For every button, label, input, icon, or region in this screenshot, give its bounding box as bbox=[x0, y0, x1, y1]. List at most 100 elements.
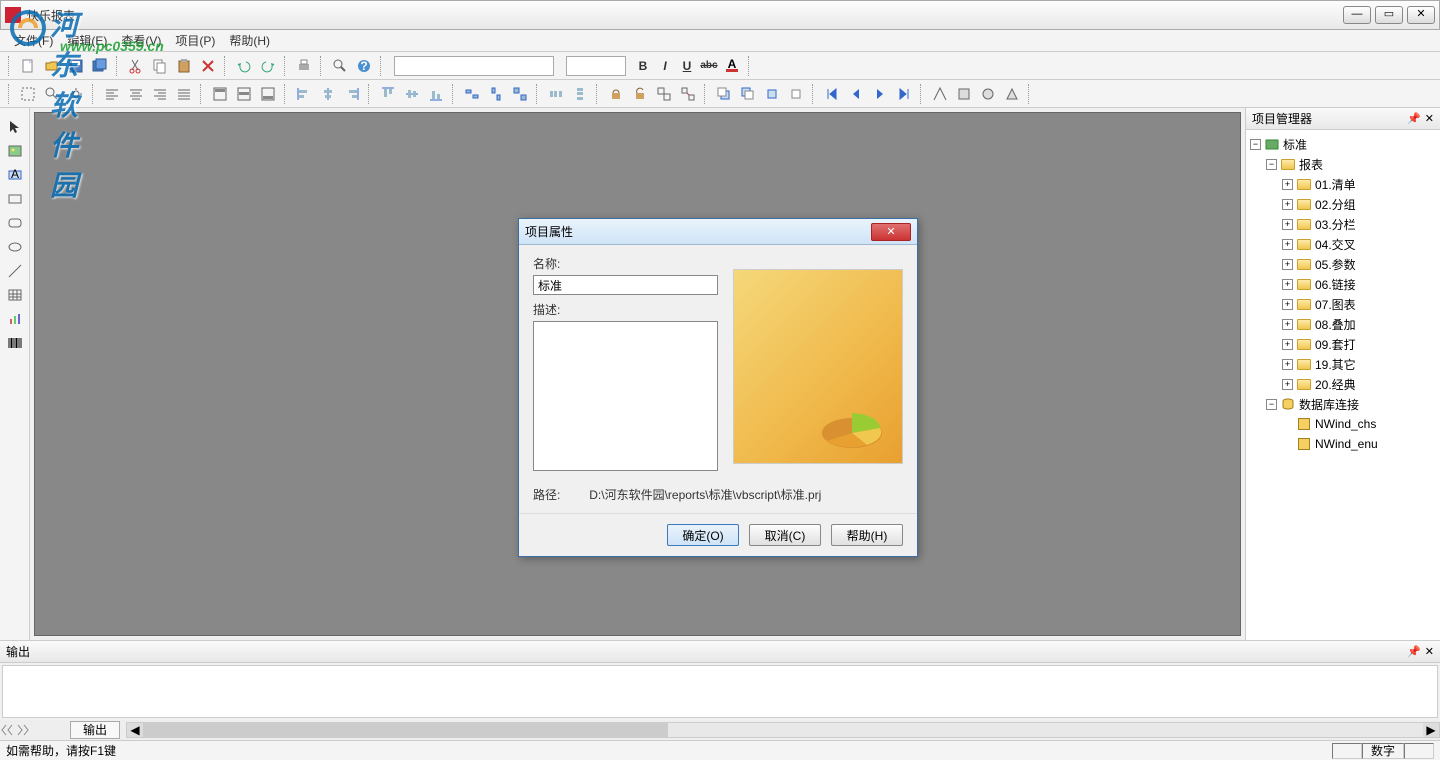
underline-button[interactable]: U bbox=[676, 55, 698, 77]
copy-button[interactable] bbox=[149, 55, 171, 77]
tree-folder-item[interactable]: +08.叠加 bbox=[1248, 314, 1438, 334]
roundrect-tool[interactable] bbox=[4, 212, 26, 234]
settings-button[interactable] bbox=[65, 83, 87, 105]
find-button[interactable] bbox=[329, 55, 351, 77]
pointer-tool[interactable] bbox=[4, 116, 26, 138]
rect-tool[interactable] bbox=[4, 188, 26, 210]
redo-button[interactable] bbox=[257, 55, 279, 77]
menu-project[interactable]: 项目(P) bbox=[169, 32, 221, 49]
expand-icon[interactable]: + bbox=[1282, 219, 1293, 230]
same-size-button[interactable] bbox=[509, 83, 531, 105]
tool-a-button[interactable] bbox=[929, 83, 951, 105]
tree-folder-item[interactable]: +05.参数 bbox=[1248, 254, 1438, 274]
bold-button[interactable]: B bbox=[632, 55, 654, 77]
dialog-close-button[interactable]: ✕ bbox=[871, 223, 911, 241]
new-button[interactable] bbox=[17, 55, 39, 77]
expand-icon[interactable]: + bbox=[1282, 359, 1293, 370]
print-button[interactable] bbox=[293, 55, 315, 77]
expand-icon[interactable]: + bbox=[1282, 259, 1293, 270]
tree-root[interactable]: − 标准 bbox=[1248, 134, 1438, 154]
ok-button[interactable]: 确定(O) bbox=[667, 524, 739, 546]
project-tree[interactable]: − 标准 − 报表 +01.清单+02.分组+03.分栏+04.交叉+05.参数… bbox=[1246, 130, 1440, 640]
panel-close-icon[interactable]: ✕ bbox=[1425, 645, 1434, 658]
tree-folder-item[interactable]: +09.套打 bbox=[1248, 334, 1438, 354]
ellipse-tool[interactable] bbox=[4, 236, 26, 258]
align-obj-bottom[interactable] bbox=[425, 83, 447, 105]
table-tool[interactable] bbox=[4, 284, 26, 306]
tool-b-button[interactable] bbox=[953, 83, 975, 105]
font-color-button[interactable]: A bbox=[721, 55, 743, 77]
tree-folder-item[interactable]: +01.清单 bbox=[1248, 174, 1438, 194]
italic-button[interactable]: I bbox=[654, 55, 676, 77]
lock-button[interactable] bbox=[605, 83, 627, 105]
dialog-title-bar[interactable]: 项目属性 ✕ bbox=[519, 219, 917, 245]
menu-help[interactable]: 帮助(H) bbox=[223, 32, 276, 49]
expand-icon[interactable]: − bbox=[1266, 159, 1277, 170]
same-height-button[interactable] bbox=[485, 83, 507, 105]
nav-next-button[interactable] bbox=[869, 83, 891, 105]
align-obj-left[interactable] bbox=[293, 83, 315, 105]
align-obj-center-h[interactable] bbox=[317, 83, 339, 105]
minimize-button[interactable]: — bbox=[1343, 6, 1371, 24]
align-left-button[interactable] bbox=[101, 83, 123, 105]
send-backward-button[interactable] bbox=[785, 83, 807, 105]
nav-last-button[interactable] bbox=[893, 83, 915, 105]
menu-file[interactable]: 文件(F) bbox=[8, 32, 59, 49]
cancel-button[interactable]: 取消(C) bbox=[749, 524, 821, 546]
align-justify-button[interactable] bbox=[173, 83, 195, 105]
group-button[interactable] bbox=[653, 83, 675, 105]
expand-icon[interactable]: − bbox=[1250, 139, 1261, 150]
select-tool[interactable] bbox=[17, 83, 39, 105]
tool-c-button[interactable] bbox=[977, 83, 999, 105]
nav-prev-button[interactable] bbox=[845, 83, 867, 105]
tree-db-connections[interactable]: − 数据库连接 bbox=[1248, 394, 1438, 414]
align-obj-top[interactable] bbox=[377, 83, 399, 105]
pin-icon[interactable]: 📌 bbox=[1407, 112, 1421, 125]
tab-nav-icon[interactable] bbox=[0, 721, 30, 739]
expand-icon[interactable]: + bbox=[1282, 279, 1293, 290]
expand-icon[interactable]: + bbox=[1282, 179, 1293, 190]
horizontal-scrollbar[interactable]: ◀ ▶ bbox=[126, 722, 1440, 738]
maximize-button[interactable]: ▭ bbox=[1375, 6, 1403, 24]
menu-view[interactable]: 查看(V) bbox=[115, 32, 167, 49]
distribute-v-button[interactable] bbox=[569, 83, 591, 105]
valign-bottom-button[interactable] bbox=[257, 83, 279, 105]
scroll-left-icon[interactable]: ◀ bbox=[127, 723, 143, 737]
barcode-tool[interactable] bbox=[4, 332, 26, 354]
scroll-thumb[interactable] bbox=[143, 723, 668, 737]
line-tool[interactable] bbox=[4, 260, 26, 282]
expand-icon[interactable]: + bbox=[1282, 339, 1293, 350]
close-button[interactable]: ✕ bbox=[1407, 6, 1435, 24]
text-tool[interactable]: A bbox=[4, 164, 26, 186]
output-body[interactable] bbox=[2, 665, 1438, 718]
chart-tool[interactable] bbox=[4, 308, 26, 330]
panel-close-icon[interactable]: ✕ bbox=[1425, 112, 1434, 125]
font-family-select[interactable] bbox=[394, 56, 554, 76]
help-button[interactable]: 帮助(H) bbox=[831, 524, 903, 546]
align-center-button[interactable] bbox=[125, 83, 147, 105]
output-tab[interactable]: 输出 bbox=[70, 721, 120, 739]
save-all-button[interactable] bbox=[89, 55, 111, 77]
expand-icon[interactable]: + bbox=[1282, 299, 1293, 310]
send-back-button[interactable] bbox=[737, 83, 759, 105]
open-button[interactable] bbox=[41, 55, 63, 77]
expand-icon[interactable]: + bbox=[1282, 199, 1293, 210]
expand-icon[interactable]: − bbox=[1266, 399, 1277, 410]
image-tool[interactable] bbox=[4, 140, 26, 162]
expand-icon[interactable]: + bbox=[1282, 239, 1293, 250]
tree-folder-item[interactable]: +20.经典 bbox=[1248, 374, 1438, 394]
zoom-tool[interactable] bbox=[41, 83, 63, 105]
tree-folder-item[interactable]: +03.分栏 bbox=[1248, 214, 1438, 234]
align-obj-center-v[interactable] bbox=[401, 83, 423, 105]
expand-icon[interactable]: + bbox=[1282, 319, 1293, 330]
cut-button[interactable] bbox=[125, 55, 147, 77]
unlock-button[interactable] bbox=[629, 83, 651, 105]
valign-middle-button[interactable] bbox=[233, 83, 255, 105]
tree-db-item[interactable]: NWind_chs bbox=[1248, 414, 1438, 434]
strikethrough-button[interactable]: abc bbox=[698, 55, 720, 77]
menu-edit[interactable]: 编辑(E) bbox=[61, 32, 113, 49]
delete-button[interactable] bbox=[197, 55, 219, 77]
name-input[interactable] bbox=[533, 275, 718, 295]
align-right-button[interactable] bbox=[149, 83, 171, 105]
scroll-right-icon[interactable]: ▶ bbox=[1423, 723, 1439, 737]
